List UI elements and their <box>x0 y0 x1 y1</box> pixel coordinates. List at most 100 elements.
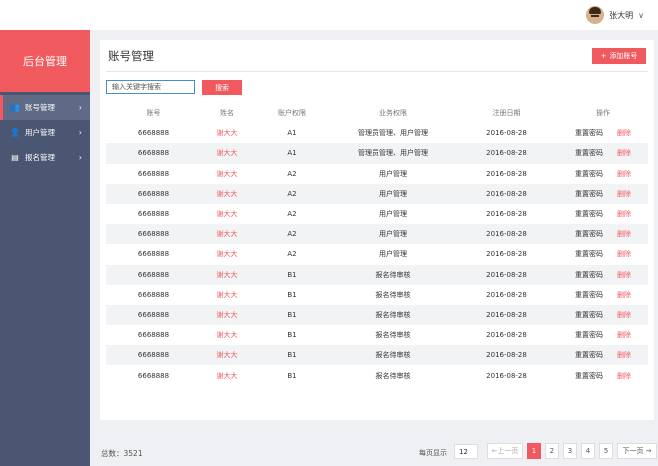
cell-account: 6668888 <box>137 149 170 158</box>
cell-business-permission: 报名待审核 <box>375 331 411 340</box>
reset-password-link[interactable]: 重置密码 <box>575 189 603 199</box>
cell-name: 谢大大 <box>216 169 238 178</box>
avatar[interactable] <box>586 6 605 24</box>
reset-password-link[interactable]: 重置密码 <box>575 148 603 158</box>
reset-password-link[interactable]: 重置密码 <box>575 229 603 239</box>
per-page-select[interactable]: 12 <box>454 444 478 459</box>
header-operations: 操作 <box>596 109 610 118</box>
cell-operations: 重置密码 删除 <box>558 128 648 138</box>
page-3-button[interactable]: 3 <box>563 443 577 459</box>
search-button[interactable]: 搜索 <box>202 80 242 95</box>
delete-link[interactable]: 删除 <box>617 310 631 320</box>
reset-password-link[interactable]: 重置密码 <box>575 310 603 320</box>
main-panel: 账号管理 + 添加账号 搜索 账号 姓名 账户权限 业务权限 注册日期 操作 6… <box>100 40 654 420</box>
next-page-button[interactable]: 下一页 → <box>617 443 657 459</box>
cell-account: 6668888 <box>137 230 170 239</box>
delete-link[interactable]: 删除 <box>617 290 631 300</box>
cell-account: 6668888 <box>137 189 170 198</box>
delete-link[interactable]: 删除 <box>617 330 631 340</box>
accounts-table: 账号 姓名 账户权限 业务权限 注册日期 操作 6668888 谢大大 A1 管理员管… <box>106 103 648 386</box>
cell-account: 6668888 <box>137 210 170 219</box>
cell-operations: 重置密码 删除 <box>558 371 648 381</box>
cell-name: 谢大大 <box>216 351 238 360</box>
table-row: 6668888 谢大大 B1 报名待审核 2016-08-28 重置密码 删除 <box>106 264 648 285</box>
delete-link[interactable]: 删除 <box>617 249 631 259</box>
reset-password-link[interactable]: 重置密码 <box>575 209 603 219</box>
add-account-button[interactable]: + 添加账号 <box>592 48 646 64</box>
cell-account: 6668888 <box>137 310 170 319</box>
page-4-button[interactable]: 4 <box>581 443 595 459</box>
cell-account-permission: A2 <box>287 189 297 198</box>
sidebar-item-registrations[interactable]: ▤ 报名管理 › <box>0 145 90 170</box>
chevron-right-icon: › <box>78 128 82 137</box>
delete-link[interactable]: 删除 <box>617 270 631 280</box>
add-account-label: 添加账号 <box>609 52 638 60</box>
cell-account: 6668888 <box>137 351 170 360</box>
cell-operations: 重置密码 删除 <box>558 270 648 280</box>
page-title: 账号管理 <box>108 49 154 63</box>
reset-password-link[interactable]: 重置密码 <box>575 330 603 340</box>
sidebar-item-label: 账号管理 <box>25 103 55 112</box>
cell-register-date: 2016-08-28 <box>486 310 527 319</box>
delete-link[interactable]: 删除 <box>617 148 631 158</box>
cell-operations: 重置密码 删除 <box>558 310 648 320</box>
reset-password-link[interactable]: 重置密码 <box>575 128 603 138</box>
reset-password-link[interactable]: 重置密码 <box>575 371 603 381</box>
cell-business-permission: 报名待审核 <box>375 351 411 360</box>
per-page-label: 每页显示 <box>419 449 447 457</box>
cell-operations: 重置密码 删除 <box>558 290 648 300</box>
cell-business-permission: 报名待审核 <box>375 310 411 319</box>
sidebar-item-users[interactable]: 👤 用户管理 › <box>0 120 90 145</box>
cell-register-date: 2016-08-28 <box>486 149 527 158</box>
delete-link[interactable]: 删除 <box>617 350 631 360</box>
delete-link[interactable]: 删除 <box>617 189 631 199</box>
cell-account: 6668888 <box>137 371 170 380</box>
page-2-button[interactable]: 2 <box>545 443 559 459</box>
cell-account: 6668888 <box>137 270 170 279</box>
cell-account-permission: B1 <box>287 310 297 319</box>
cell-account-permission: A1 <box>287 129 297 138</box>
sidebar-nav: 👥 账号管理 › 👤 用户管理 › ▤ 报名管理 › <box>0 95 90 170</box>
delete-link[interactable]: 删除 <box>617 169 631 179</box>
header-business-permission: 业务权限 <box>379 109 407 118</box>
reset-password-link[interactable]: 重置密码 <box>575 350 603 360</box>
chevron-down-icon[interactable]: ∨ <box>638 11 644 20</box>
search-input[interactable] <box>106 80 195 94</box>
table-row: 6668888 谢大大 B1 报名待审核 2016-08-28 重置密码 删除 <box>106 365 648 385</box>
page-1-button[interactable]: 1 <box>527 443 541 459</box>
cell-name: 谢大大 <box>216 310 238 319</box>
reset-password-link[interactable]: 重置密码 <box>575 169 603 179</box>
reset-password-link[interactable]: 重置密码 <box>575 270 603 280</box>
cell-operations: 重置密码 删除 <box>558 169 648 179</box>
cell-register-date: 2016-08-28 <box>486 290 527 299</box>
delete-link[interactable]: 删除 <box>617 229 631 239</box>
table-row: 6668888 谢大大 B1 报名待审核 2016-08-28 重置密码 删除 <box>106 325 648 345</box>
cell-register-date: 2016-08-28 <box>486 270 527 279</box>
delete-link[interactable]: 删除 <box>617 209 631 219</box>
cell-business-permission: 管理员管理、用户管理 <box>358 129 428 138</box>
cell-operations: 重置密码 删除 <box>558 209 648 219</box>
header-register-date: 注册日期 <box>492 109 521 118</box>
table-row: 6668888 谢大大 A2 用户管理 2016-08-28 重置密码 删除 <box>106 183 648 204</box>
cell-register-date: 2016-08-28 <box>486 371 527 380</box>
pagination: ←上一页 1 2 3 4 5 下一页 → <box>487 443 657 459</box>
table-row: 6668888 谢大大 B1 报名待审核 2016-08-28 重置密码 删除 <box>106 345 648 366</box>
cell-business-permission: 用户管理 <box>379 250 407 259</box>
sidebar-item-accounts[interactable]: 👥 账号管理 › <box>0 95 90 120</box>
page-5-button[interactable]: 5 <box>599 443 613 459</box>
cell-operations: 重置密码 删除 <box>558 148 648 158</box>
divider <box>106 71 648 72</box>
sidebar-item-label: 用户管理 <box>25 128 55 137</box>
user-menu[interactable]: 张大明 ∨ <box>586 5 644 25</box>
user-icon: 👤 <box>10 128 20 137</box>
reset-password-link[interactable]: 重置密码 <box>575 290 603 300</box>
cell-operations: 重置密码 删除 <box>558 249 648 259</box>
cell-name: 谢大大 <box>216 250 238 259</box>
delete-link[interactable]: 删除 <box>617 128 631 138</box>
cell-account-permission: A2 <box>287 250 297 259</box>
cell-business-permission: 用户管理 <box>379 230 407 239</box>
prev-page-button[interactable]: ←上一页 <box>487 443 523 459</box>
cell-account-permission: B1 <box>287 351 297 360</box>
reset-password-link[interactable]: 重置密码 <box>575 249 603 259</box>
delete-link[interactable]: 删除 <box>617 371 631 381</box>
